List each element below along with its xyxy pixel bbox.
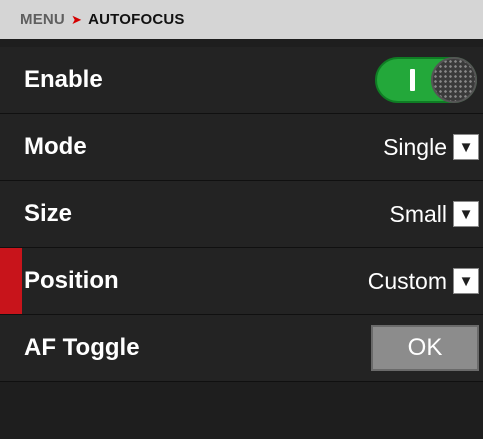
mode-dropdown[interactable]: Single ▼: [383, 134, 479, 161]
empty-area: [0, 382, 483, 439]
size-row[interactable]: Size Small ▼: [0, 181, 483, 248]
breadcrumb-current: AUTOFOCUS: [88, 11, 185, 28]
position-dropdown[interactable]: Custom ▼: [368, 268, 479, 295]
position-row[interactable]: Position Custom ▼: [0, 248, 483, 315]
mode-row[interactable]: Mode Single ▼: [0, 114, 483, 181]
size-value: Small: [389, 200, 447, 227]
enable-label: Enable: [24, 66, 103, 93]
mode-label: Mode: [24, 133, 87, 160]
chevron-down-icon[interactable]: ▼: [453, 268, 479, 294]
size-label: Size: [24, 200, 73, 227]
autofocus-menu-screen: MENU ➤ AUTOFOCUS Enable Mode Single ▼ Si…: [0, 0, 483, 439]
selection-indicator: [0, 248, 22, 314]
mode-value: Single: [383, 133, 447, 160]
toggle-knob[interactable]: [431, 57, 477, 103]
position-label: Position: [24, 267, 119, 294]
breadcrumb-menu[interactable]: MENU: [20, 11, 65, 28]
toggle-on-indicator: [410, 69, 415, 91]
enable-toggle[interactable]: [375, 57, 477, 103]
af-toggle-row[interactable]: AF Toggle OK: [0, 315, 483, 382]
breadcrumb: MENU ➤ AUTOFOCUS: [0, 0, 483, 39]
ok-button[interactable]: OK: [371, 325, 479, 371]
arrow-right-icon: ➤: [70, 11, 83, 27]
position-value: Custom: [367, 267, 447, 294]
chevron-down-icon[interactable]: ▼: [453, 134, 479, 160]
chevron-down-icon[interactable]: ▼: [453, 201, 479, 227]
af-toggle-label: AF Toggle: [24, 334, 140, 361]
enable-row[interactable]: Enable: [0, 47, 483, 114]
size-dropdown[interactable]: Small ▼: [389, 201, 479, 228]
